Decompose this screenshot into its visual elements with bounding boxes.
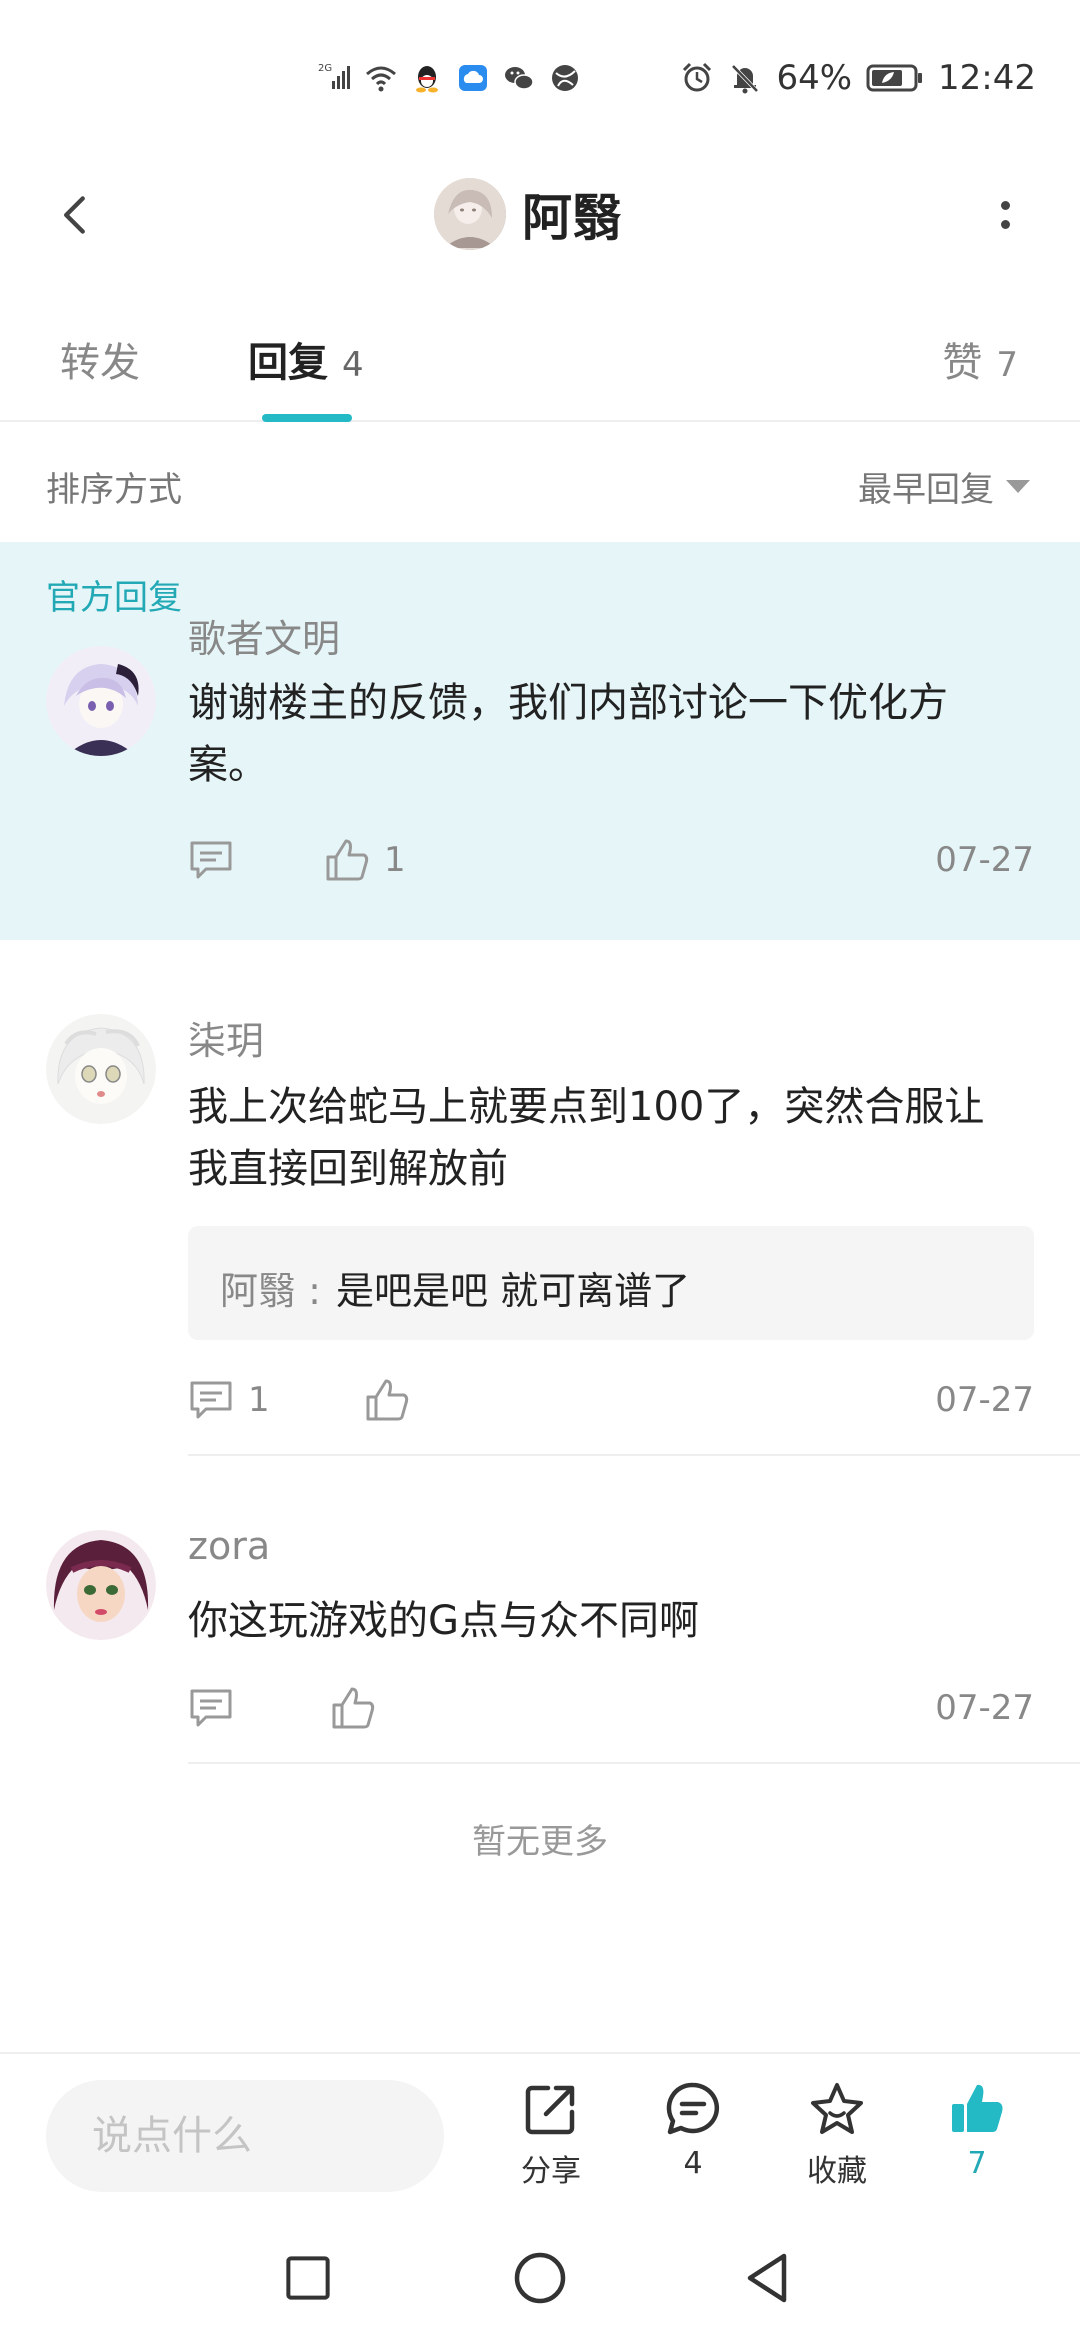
like-button[interactable] — [364, 1372, 410, 1428]
thumbs-up-icon — [332, 1687, 375, 1729]
status-left: 2G — [318, 58, 582, 98]
divider — [188, 1454, 1080, 1456]
official-reply-tag: 官方回复 — [46, 578, 182, 618]
comment-count: 4 — [683, 2146, 703, 2181]
battery-icon — [866, 61, 924, 95]
favorite-label: 收藏 — [807, 2154, 867, 2189]
qq-icon — [410, 61, 444, 95]
no-more-text: 暂无更多 — [472, 1822, 608, 1862]
cloud-app-icon — [456, 61, 490, 95]
circle-icon — [514, 2252, 566, 2304]
tab-forward[interactable]: 转发 — [60, 330, 140, 388]
system-back-button[interactable] — [740, 2250, 796, 2306]
tab-forward-label: 转发 — [60, 340, 140, 386]
reply-button[interactable]: 1 — [188, 1372, 270, 1428]
reply-button[interactable] — [188, 1680, 234, 1736]
author-header[interactable]: 阿翳 — [434, 174, 622, 254]
like-count: 7 — [967, 2146, 987, 2181]
sort-selected-value: 最早回复 — [858, 470, 994, 510]
favorite-button[interactable]: 收藏 — [782, 2080, 892, 2200]
tab-like-count: 7 — [996, 345, 1018, 385]
reply-quote[interactable]: 阿翳 : 是吧是吧 就可离谱了 — [188, 1226, 1034, 1340]
status-bar: 2G 64% 12:42 — [0, 0, 1080, 150]
more-options-button[interactable] — [970, 180, 1040, 250]
avatar[interactable] — [46, 646, 156, 756]
like-count: 1 — [384, 840, 406, 880]
comment-icon — [190, 841, 232, 879]
tab-bar: 转发 回复 4 赞 7 — [0, 320, 1080, 422]
caret-down-icon — [1006, 480, 1030, 493]
tab-like[interactable]: 赞 7 — [942, 330, 1018, 388]
tab-reply-count: 4 — [342, 345, 364, 385]
tab-active-indicator — [262, 414, 352, 422]
share-label: 分享 — [521, 2154, 581, 2189]
comment-author[interactable]: 歌者文明 — [188, 608, 340, 663]
top-nav: 阿翳 — [0, 150, 1080, 280]
star-icon — [811, 2083, 863, 2134]
system-nav-bar — [0, 2214, 1080, 2340]
more-dot — [1000, 220, 1010, 229]
wechat-icon — [502, 61, 536, 95]
comment-actions: 07-27 — [188, 1680, 1034, 1736]
thumbs-up-icon — [326, 839, 369, 881]
quote-text: 是吧是吧 就可离谱了 — [336, 1269, 691, 1313]
home-button[interactable] — [512, 2250, 568, 2306]
reply-count: 1 — [248, 1380, 270, 1420]
square-icon — [286, 2256, 330, 2300]
comment-text: 谢谢楼主的反馈，我们内部讨论一下优化方案。 — [188, 680, 948, 788]
comment-date: 07-27 — [935, 1688, 1034, 1728]
like-button[interactable]: 1 — [324, 832, 406, 888]
thumbs-up-icon — [366, 1379, 409, 1421]
reply-button[interactable] — [188, 832, 234, 888]
share-icon — [525, 2085, 575, 2135]
divider — [188, 1762, 1080, 1764]
wifi-icon — [364, 61, 398, 95]
sort-dropdown[interactable]: 最早回复 — [858, 462, 1030, 511]
avatar[interactable] — [46, 1530, 156, 1640]
chevron-left-icon — [64, 196, 85, 234]
avatar[interactable] — [46, 1014, 156, 1124]
comment-date: 07-27 — [935, 1380, 1034, 1420]
browser-icon — [548, 61, 582, 95]
comment-date: 07-27 — [935, 840, 1034, 880]
svg-text:2G: 2G — [318, 63, 332, 74]
comment-author[interactable]: 柒玥 — [188, 1010, 264, 1065]
battery-percent: 64% — [776, 58, 853, 98]
comment-actions: 1 07-27 — [188, 1372, 1034, 1428]
comment-icon — [190, 1381, 232, 1419]
clock: 12:42 — [938, 58, 1036, 98]
like-button[interactable] — [330, 1680, 376, 1736]
more-dot — [1000, 201, 1010, 210]
comments-button[interactable]: 4 — [638, 2080, 748, 2200]
comment-actions: 1 07-27 — [188, 832, 1034, 888]
like-post-button[interactable]: 7 — [922, 2080, 1032, 2200]
page-title: 阿翳 — [522, 189, 622, 247]
triangle-back-icon — [747, 2253, 787, 2303]
tab-like-label: 赞 — [942, 340, 983, 386]
sort-row: 排序方式 最早回复 — [0, 424, 1080, 542]
sort-label: 排序方式 — [46, 470, 182, 510]
quote-author: 阿翳 : — [220, 1269, 321, 1313]
signal-icon: 2G — [318, 61, 352, 95]
share-button[interactable]: 分享 — [496, 2080, 606, 2200]
back-button[interactable] — [40, 180, 110, 250]
status-right: 64% 12:42 — [680, 58, 1036, 98]
recent-apps-button[interactable] — [280, 2250, 336, 2306]
tab-reply-label: 回复 — [248, 340, 328, 386]
comment-text: 我上次给蛇马上就要点到100了，突然合服让我直接回到解放前 — [188, 1084, 985, 1192]
alarm-icon — [680, 61, 714, 95]
chat-bubble-icon — [666, 2082, 720, 2135]
comment-author[interactable]: zora — [188, 1524, 270, 1568]
author-avatar[interactable] — [434, 178, 506, 250]
thumbs-up-filled-icon — [952, 2084, 1003, 2132]
tab-reply[interactable]: 回复 4 — [248, 330, 364, 388]
official-reply: 官方回复 歌者文明 谢谢楼主的反馈，我们内部讨论一下优化方案。 1 07-27 — [0, 542, 1080, 940]
mute-bell-icon — [728, 61, 762, 95]
comment-icon — [190, 1689, 232, 1727]
comment-text: 你这玩游戏的G点与众不同啊 — [188, 1598, 699, 1644]
bottom-action-bar: 分享 4 收藏 7 — [0, 2052, 1080, 2212]
comment-input[interactable] — [46, 2080, 444, 2192]
